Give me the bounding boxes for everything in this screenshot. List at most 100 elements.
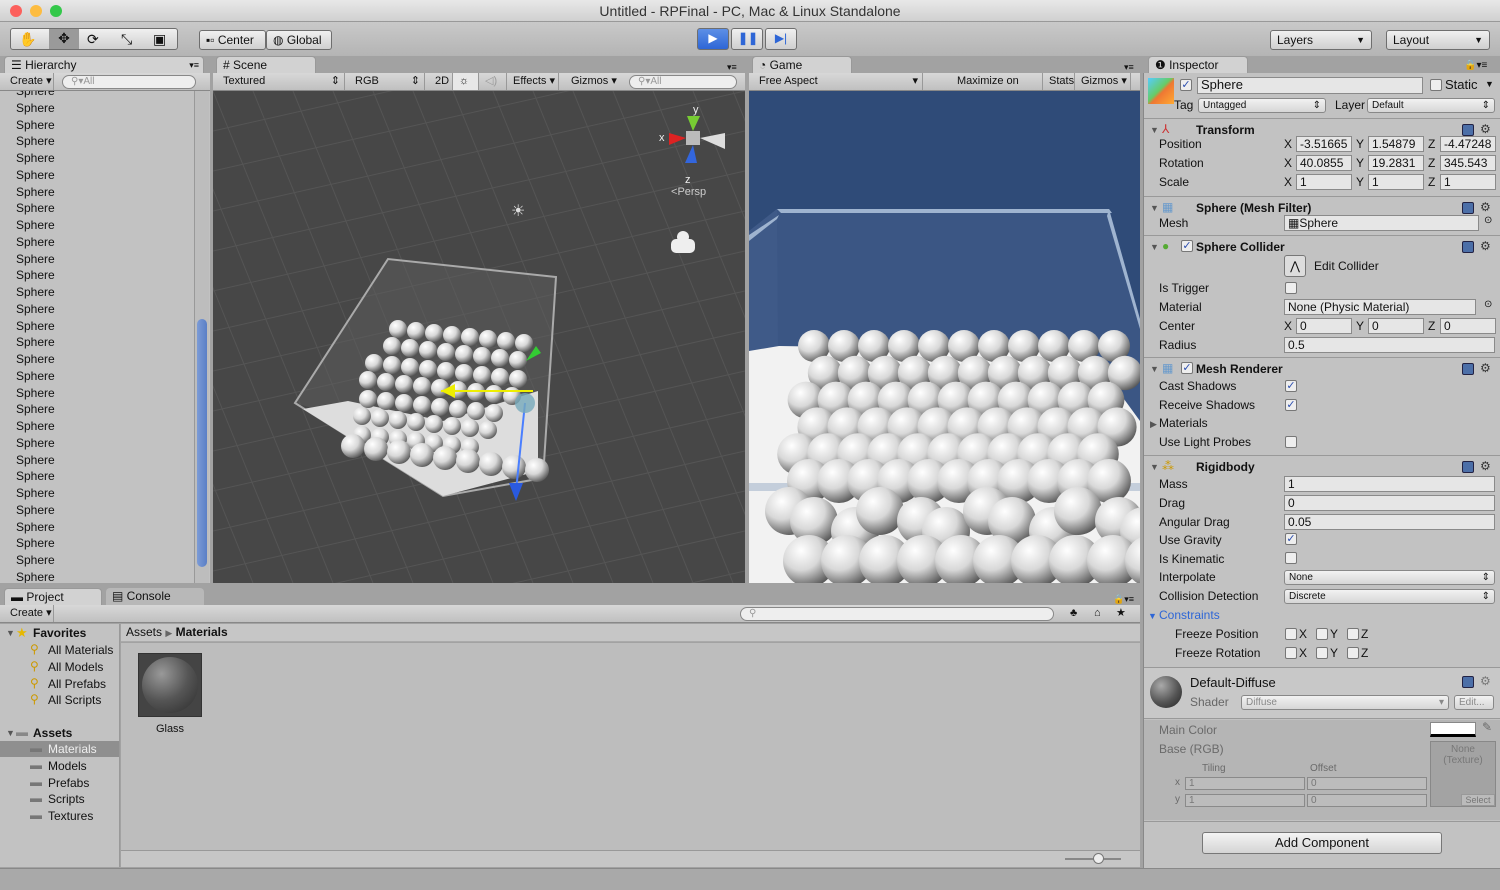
render-channel-dropdown[interactable]: RGB ⇕ [349, 73, 425, 90]
sphere[interactable] [407, 322, 425, 340]
sphere[interactable] [359, 390, 377, 408]
sphere[interactable] [443, 417, 461, 435]
constraints-foldout[interactable]: Constraints [1159, 608, 1220, 622]
project-create-dropdown[interactable]: Create ▾ [4, 605, 54, 622]
panel-menu-icon[interactable]: ▾≡ [1124, 62, 1134, 73]
scale-y-field[interactable]: 1 [1368, 174, 1424, 190]
foldout-arrow[interactable]: ▼ [1148, 611, 1157, 621]
hierarchy-item[interactable]: Sphere [16, 185, 55, 199]
offset-x-field[interactable]: 0 [1307, 777, 1427, 790]
rotation-z-field[interactable]: 345.543 [1440, 155, 1496, 171]
sphere[interactable] [365, 354, 383, 372]
tab-game[interactable]: ◔ Game [752, 56, 852, 74]
center-x-field[interactable]: 0 [1296, 318, 1352, 334]
sphere[interactable] [461, 419, 479, 437]
sphere[interactable] [449, 400, 467, 418]
gear-icon[interactable]: ⚙ [1480, 239, 1491, 253]
offset-y-field[interactable]: 0 [1307, 794, 1427, 807]
sphere[interactable] [491, 368, 509, 386]
sphere[interactable] [401, 339, 419, 357]
sphere[interactable] [431, 379, 449, 397]
sphere[interactable] [455, 345, 473, 363]
rotate-tool-icon[interactable]: ⟳ [87, 30, 99, 48]
hierarchy-item[interactable]: Sphere [16, 252, 55, 266]
help-icon[interactable] [1462, 676, 1474, 688]
sphere[interactable] [377, 373, 395, 391]
sphere[interactable] [407, 413, 425, 431]
sphere[interactable] [401, 358, 419, 376]
freeze-rotation-checkbox[interactable] [1347, 647, 1359, 659]
cast-shadows-checkbox[interactable]: ✓ [1285, 380, 1297, 392]
game-gizmos-dropdown[interactable]: Gizmos ▾ [1075, 73, 1131, 90]
move-gizmo-center[interactable] [515, 393, 535, 413]
hierarchy-item[interactable]: Sphere [16, 436, 55, 450]
freeze-position-checkbox[interactable] [1285, 628, 1297, 640]
center-z-field[interactable]: 0 [1440, 318, 1496, 334]
sphere[interactable] [497, 332, 515, 350]
filter-by-label-icon[interactable]: ⌂ [1094, 605, 1101, 622]
foldout-arrow[interactable]: ▼ [1150, 462, 1159, 472]
rotation-y-field[interactable]: 19.2831 [1368, 155, 1424, 171]
folder-item[interactable]: Scripts [48, 792, 85, 806]
hierarchy-item[interactable]: Sphere [16, 151, 55, 165]
2d-toggle[interactable]: 2D [429, 73, 453, 90]
tiling-y-field[interactable]: 1 [1185, 794, 1305, 807]
sphere[interactable] [359, 371, 377, 389]
sphere[interactable] [419, 360, 437, 378]
help-icon[interactable] [1462, 461, 1474, 473]
mass-field[interactable]: 1 [1284, 476, 1495, 492]
favorites-label[interactable]: Favorites [33, 626, 86, 640]
sphere[interactable] [387, 440, 411, 464]
close-window-button[interactable] [10, 5, 22, 17]
hierarchy-search-input[interactable]: ⚲▾All [62, 75, 196, 89]
freeze-position-checkbox[interactable] [1316, 628, 1328, 640]
directional-light-icon[interactable]: ☀ [511, 203, 525, 220]
sphere[interactable] [425, 415, 443, 433]
use-gravity-checkbox[interactable]: ✓ [1285, 533, 1297, 545]
shading-mode-dropdown[interactable]: Textured ⇕ [217, 73, 345, 90]
foldout-arrow[interactable]: ▼ [1150, 203, 1159, 213]
sphere[interactable] [395, 394, 413, 412]
folder-item[interactable]: Textures [48, 809, 93, 823]
hierarchy-scrollbar[interactable] [194, 91, 209, 583]
texture-select-button[interactable]: Select [1461, 794, 1495, 806]
interpolate-dropdown[interactable]: None ⇕ [1284, 570, 1495, 585]
scene-lighting-toggle[interactable]: ☼ [453, 73, 479, 90]
help-icon[interactable] [1462, 202, 1474, 214]
hierarchy-item[interactable]: Sphere [16, 335, 55, 349]
layer-dropdown[interactable]: Default ⇕ [1367, 98, 1495, 113]
sphere[interactable] [456, 449, 480, 473]
scale-x-field[interactable]: 1 [1296, 174, 1352, 190]
sphere[interactable] [443, 326, 461, 344]
sphere[interactable] [377, 392, 395, 410]
tab-project[interactable]: ▬ Project [4, 588, 102, 606]
sphere[interactable] [455, 364, 473, 382]
physic-material-field[interactable]: None (Physic Material) [1284, 299, 1476, 315]
sphere[interactable] [491, 349, 509, 367]
sphere[interactable] [410, 443, 434, 467]
hierarchy-item[interactable]: Sphere [16, 553, 55, 567]
folder-item[interactable]: Models [48, 759, 87, 773]
sphere[interactable] [389, 411, 407, 429]
sphere[interactable] [431, 398, 449, 416]
step-button[interactable]: ▶| [765, 28, 797, 50]
foldout-arrow[interactable]: ▼ [1150, 125, 1159, 135]
play-button[interactable]: ▶ [697, 28, 729, 50]
tab-inspector[interactable]: ❶ Inspector [1148, 56, 1248, 74]
hierarchy-item[interactable]: Sphere [16, 285, 55, 299]
position-z-field[interactable]: -4.47248 [1440, 136, 1496, 152]
folder-item[interactable]: Materials [48, 742, 97, 756]
project-search-input[interactable]: ⚲ [740, 607, 1054, 621]
sphere[interactable] [437, 343, 455, 361]
sphere[interactable] [383, 356, 401, 374]
tiling-x-field[interactable]: 1 [1185, 777, 1305, 790]
folder-item[interactable]: Prefabs [48, 776, 89, 790]
scene-gizmos-dropdown[interactable]: Gizmos ▾ [565, 73, 621, 90]
sphere[interactable] [389, 320, 407, 338]
stats-toggle[interactable]: Stats [1043, 73, 1075, 90]
gear-icon[interactable]: ⚙ [1480, 122, 1491, 136]
sphere[interactable] [419, 341, 437, 359]
sphere[interactable] [433, 446, 457, 470]
sphere[interactable] [1054, 487, 1102, 535]
sphere[interactable] [413, 377, 431, 395]
